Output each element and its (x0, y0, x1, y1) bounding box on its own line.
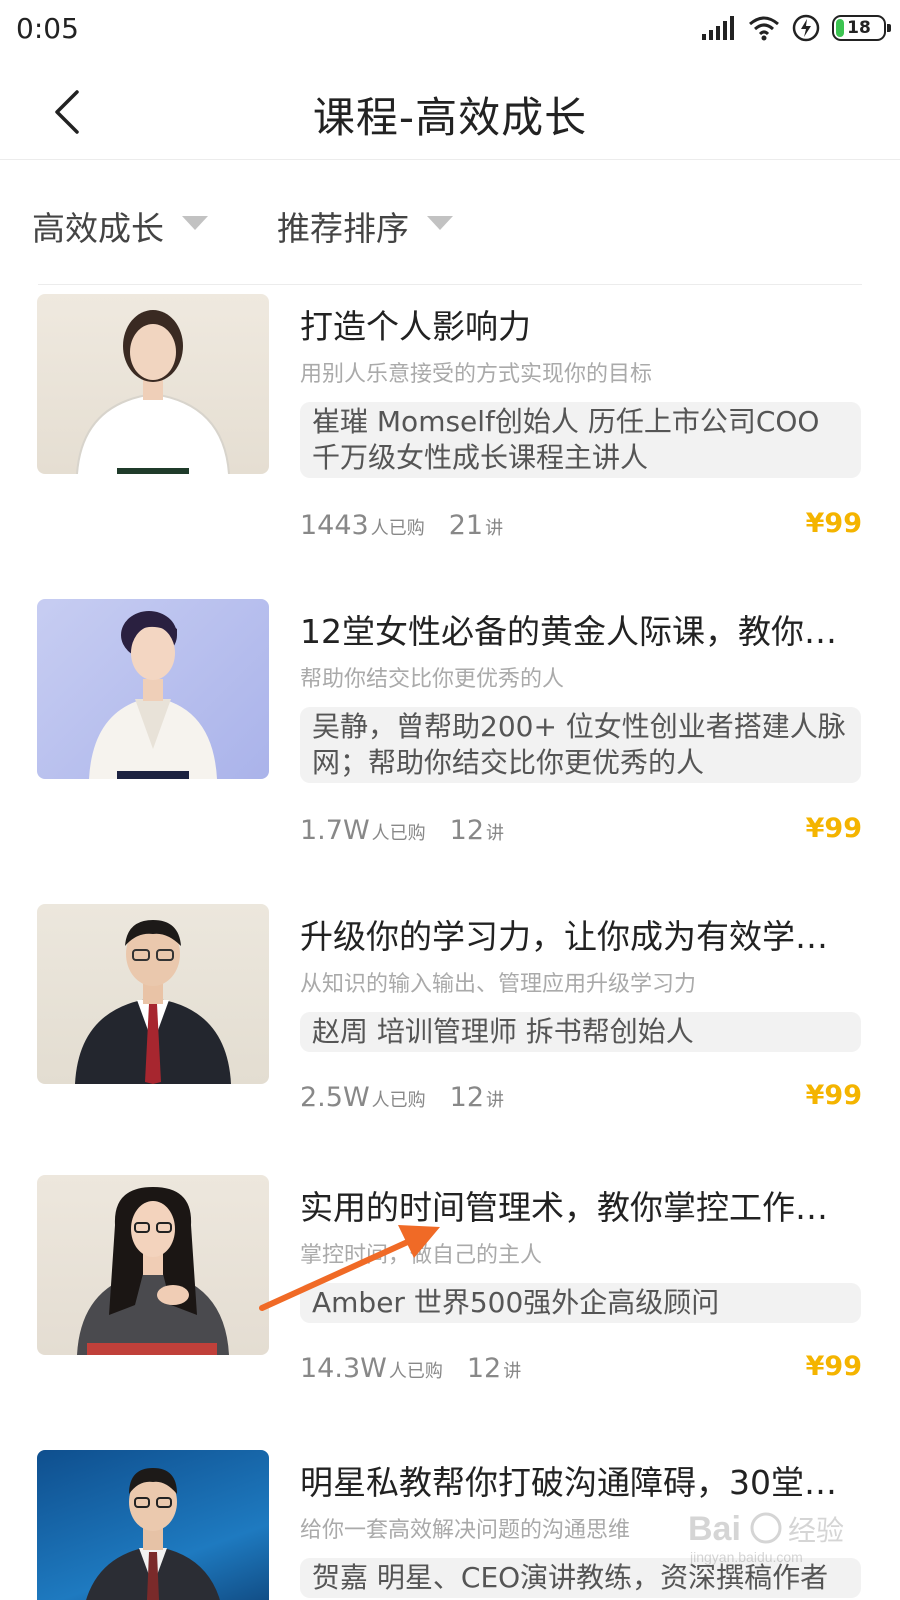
instructor-photo (89, 611, 217, 779)
instructor-info: 崔璀 Momself创始人 历任上市公司COO 千万级女性成长课程主讲人 (300, 402, 861, 478)
buyer-count: 1443 (300, 510, 369, 541)
category-filter-label: 高效成长 (32, 209, 164, 248)
signal-icon (702, 16, 734, 40)
instructor-photo (86, 1468, 220, 1600)
course-thumbnail (37, 294, 269, 474)
course-price: ¥99 (805, 1080, 862, 1111)
divider (38, 284, 862, 285)
instructor-info: Amber 世界500强外企高级顾问 (300, 1283, 861, 1323)
instructor-photo (75, 920, 231, 1084)
course-item[interactable]: 打造个人影响力 用别人乐意接受的方式实现你的目标 崔璀 Momself创始人 历… (0, 294, 900, 564)
course-price: ¥99 (805, 1351, 862, 1382)
course-price: ¥99 (805, 813, 862, 844)
course-price: ¥99 (805, 508, 862, 539)
battery-icon: 18 (832, 15, 891, 41)
dropdown-triangle-icon (182, 216, 208, 230)
course-item[interactable]: 12堂女性必备的黄金人际课，教你… 帮助你结交比你更优秀的人 吴静，曾帮助200… (0, 599, 900, 869)
lecture-unit: 讲 (486, 823, 504, 844)
instructor-photo (76, 310, 230, 474)
course-thumbnail (37, 1175, 269, 1355)
buyer-unit: 人已购 (371, 1090, 426, 1111)
course-subtitle: 从知识的输入输出、管理应用升级学习力 (300, 972, 697, 997)
course-item[interactable]: 实用的时间管理术，教你掌控工作… 掌控时间，做自己的主人 Amber 世界500… (0, 1175, 900, 1405)
buyer-count: 1.7W (300, 815, 370, 846)
buyer-count: 2.5W (300, 1082, 370, 1113)
lecture-unit: 讲 (486, 1090, 504, 1111)
course-item[interactable]: 升级你的学习力，让你成为有效学… 从知识的输入输出、管理应用升级学习力 赵周 培… (0, 904, 900, 1134)
instructor-info: 吴静，曾帮助200+ 位女性创业者搭建人脉网；帮助你结交比你更优秀的人 (300, 707, 861, 783)
course-thumbnail (37, 1450, 269, 1600)
sort-filter[interactable]: 推荐排序 (277, 202, 453, 250)
course-title: 明星私教帮你打破沟通障碍，30堂… (300, 1463, 837, 1502)
charging-icon (792, 14, 820, 42)
svg-text:Bai: Bai (688, 1510, 741, 1548)
nav-bar: 课程-高效成长 (0, 62, 900, 160)
status-bar: 0:05 18 (0, 0, 900, 62)
course-thumbnail (37, 599, 269, 779)
course-subtitle: 掌控时间，做自己的主人 (300, 1243, 543, 1268)
filter-bar: 高效成长 推荐排序 (0, 160, 900, 285)
course-stats: 2.5W 人已购 12 讲 (300, 1082, 504, 1113)
course-title: 实用的时间管理术，教你掌控工作… (300, 1188, 828, 1227)
svg-text:jingyan.baidu.com: jingyan.baidu.com (689, 1549, 803, 1565)
course-stats: 14.3W 人已购 12 讲 (300, 1353, 521, 1384)
lecture-count: 12 (449, 815, 484, 846)
category-filter[interactable]: 高效成长 (32, 202, 208, 250)
status-icons: 18 (702, 14, 891, 42)
page-title: 课程-高效成长 (312, 93, 588, 142)
buyer-unit: 人已购 (388, 1361, 443, 1382)
sort-filter-label: 推荐排序 (277, 209, 409, 248)
lecture-count: 12 (466, 1353, 502, 1384)
wifi-icon (749, 16, 779, 41)
course-stats: 1.7W 人已购 12 讲 (300, 815, 504, 846)
instructor-info: 赵周 培训管理师 拆书帮创始人 (300, 1012, 861, 1052)
lecture-unit: 讲 (503, 1361, 522, 1382)
battery-level: 18 (847, 18, 871, 38)
dropdown-triangle-icon (427, 216, 453, 230)
svg-text:经验: 经验 (788, 1514, 844, 1547)
lecture-unit: 讲 (485, 518, 504, 539)
lecture-count: 12 (449, 1082, 484, 1113)
watermark-logo: Bai 经验 jingyan.baidu.com (688, 1500, 878, 1570)
status-time: 0:05 (16, 12, 79, 45)
course-subtitle: 帮助你结交比你更优秀的人 (300, 667, 565, 692)
course-stats: 1443 人已购 21 讲 (300, 510, 503, 541)
instructor-photo (77, 1187, 229, 1355)
lecture-count: 21 (448, 510, 484, 541)
buyer-count: 14.3W (300, 1353, 387, 1384)
course-title: 打造个人影响力 (300, 307, 531, 346)
course-title: 12堂女性必备的黄金人际课，教你… (300, 612, 837, 651)
course-subtitle: 用别人乐意接受的方式实现你的目标 (300, 362, 653, 387)
course-title: 升级你的学习力，让你成为有效学… (300, 917, 828, 956)
buyer-unit: 人已购 (371, 823, 426, 844)
course-thumbnail (37, 904, 269, 1084)
buyer-unit: 人已购 (370, 518, 425, 539)
